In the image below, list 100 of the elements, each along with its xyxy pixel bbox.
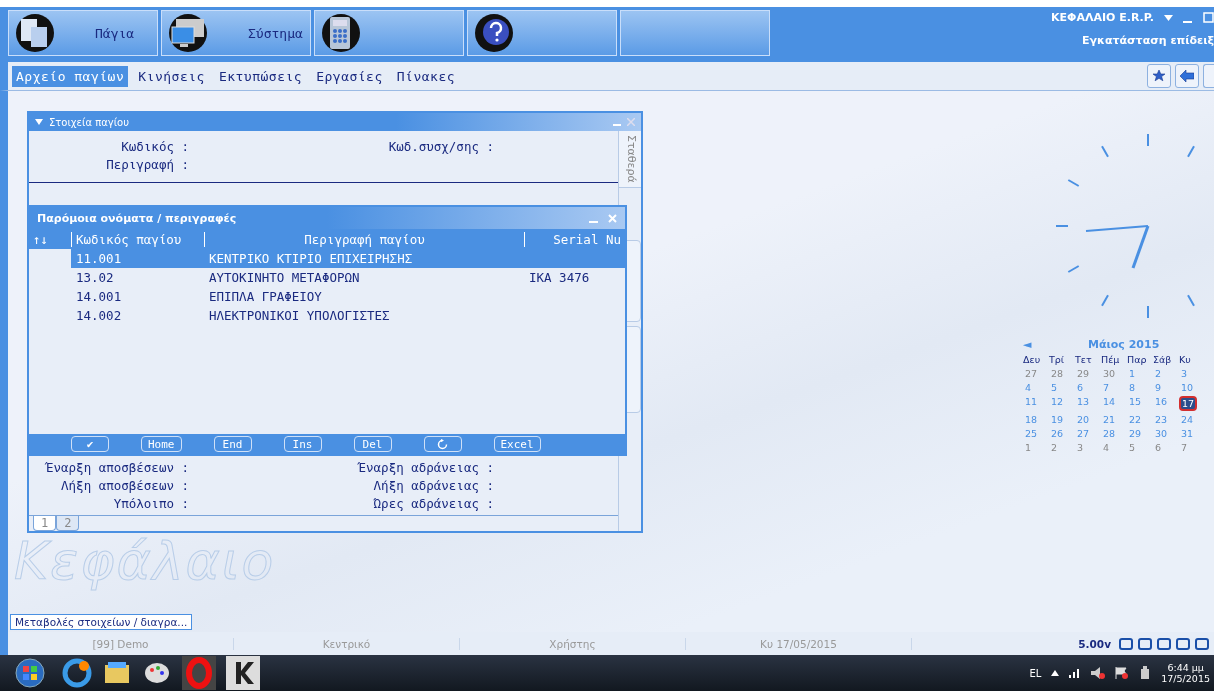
calendar-day[interactable]: 4 xyxy=(1023,382,1049,393)
calendar-day[interactable]: 21 xyxy=(1101,414,1127,425)
table-cell-text: 13.02 xyxy=(75,269,115,287)
module-button[interactable]: Πάγια xyxy=(8,10,158,56)
speaker-icon[interactable] xyxy=(1091,667,1106,679)
table-row[interactable]: 13.02 ΑΥΤΟΚΙΝΗΤΟ ΜΕΤΑΦΟΡΩΝ ΙΚΑ 3476 xyxy=(71,268,625,287)
maximize-icon[interactable] xyxy=(1203,12,1214,23)
calendar-day[interactable]: 23 xyxy=(1153,414,1179,425)
module-button[interactable] xyxy=(314,10,464,56)
calendar-day[interactable]: 7 xyxy=(1101,382,1127,393)
calendar-day[interactable]: 28 xyxy=(1101,428,1127,439)
calculator-icon xyxy=(321,13,361,53)
documents-icon xyxy=(15,13,55,53)
page-tab[interactable]: 1 xyxy=(33,516,57,531)
menu-item[interactable]: Κινήσεις xyxy=(134,65,209,87)
calendar-day[interactable]: 25 xyxy=(1023,428,1049,439)
action-button[interactable]: Excel xyxy=(493,436,541,452)
calendar-day[interactable]: 2 xyxy=(1049,442,1075,453)
action-button[interactable]: Home xyxy=(141,436,182,452)
calendar-day[interactable]: 30 xyxy=(1101,368,1127,379)
refresh-icon xyxy=(437,438,448,450)
calendar-day[interactable]: 9 xyxy=(1153,382,1179,393)
collapse-icon[interactable] xyxy=(35,119,43,125)
calendar-day[interactable]: 16 xyxy=(1153,396,1179,411)
calendar-day[interactable]: 6 xyxy=(1075,382,1101,393)
field-label: Έναρξη αποσβέσεων : xyxy=(44,460,189,475)
action-button[interactable]: End xyxy=(213,436,252,452)
field-label: Υπόλοιπο : xyxy=(112,496,189,511)
calendar-day[interactable]: 14 xyxy=(1101,396,1127,411)
calendar-day[interactable]: 5 xyxy=(1127,442,1153,453)
module-button[interactable] xyxy=(467,10,617,56)
page-tab[interactable]: 2 xyxy=(56,516,80,531)
calendar-day[interactable]: 27 xyxy=(1023,368,1049,379)
refresh-button[interactable] xyxy=(423,436,462,452)
calendar-day[interactable]: 28 xyxy=(1049,368,1075,379)
weekday-label: Τετ xyxy=(1075,354,1093,365)
calendar-day[interactable]: 30 xyxy=(1153,428,1179,439)
confirm-button[interactable]: ✔ xyxy=(71,436,109,452)
flag-icon[interactable] xyxy=(1115,667,1130,679)
app-k-icon[interactable] xyxy=(226,656,260,690)
action-button[interactable]: Del xyxy=(353,436,392,452)
calendar-day[interactable]: 10 xyxy=(1179,382,1205,393)
calendar-day[interactable]: 4 xyxy=(1101,442,1127,453)
calendar-day[interactable]: 29 xyxy=(1075,368,1101,379)
column-header[interactable]: Serial Nu xyxy=(524,231,625,247)
action-button[interactable]: Ins xyxy=(283,436,322,452)
menu-item[interactable]: Εκτυπώσεις xyxy=(214,65,307,87)
calendar-day[interactable]: 3 xyxy=(1075,442,1101,453)
sort-icon[interactable]: ↑↓ xyxy=(29,231,71,247)
table-row[interactable]: 14.002 ΗΛΕΚΤΡΟΝΙΚΟΙ ΥΠΟΛΟΓΙΣΤΕΣ xyxy=(71,306,625,325)
tray-arrow-icon[interactable] xyxy=(1051,670,1060,676)
calendar-day[interactable]: 24 xyxy=(1179,414,1205,425)
menu-item[interactable]: Εργασίες xyxy=(312,65,387,87)
open-window-tab[interactable]: Μεταβολές στοιχείων / διαγρα... xyxy=(10,614,193,630)
calendar-day[interactable]: 22 xyxy=(1127,414,1153,425)
calendar-day[interactable]: 20 xyxy=(1075,414,1101,425)
weekday-label: Σάβ xyxy=(1153,354,1173,365)
back-button[interactable] xyxy=(1175,64,1199,88)
calendar-day[interactable]: 26 xyxy=(1049,428,1075,439)
status-cell: [99] Demo xyxy=(8,637,234,650)
calendar-day[interactable]: 3 xyxy=(1179,368,1205,379)
side-tab[interactable]: Σταθερά xyxy=(619,131,641,188)
table-cell-text: 14.002 xyxy=(75,307,123,325)
status-cell: Κεντρικό xyxy=(234,637,460,650)
previous-month-button[interactable]: ◄ xyxy=(1023,338,1088,351)
calendar-day[interactable]: 29 xyxy=(1127,428,1153,439)
signal-icon[interactable] xyxy=(1069,668,1082,678)
calendar-day[interactable]: 6 xyxy=(1153,442,1179,453)
calendar-day[interactable]: 1 xyxy=(1023,442,1049,453)
table-row[interactable]: 11.001 ΚΕΝΤΡΙΚΟ ΚΤΙΡΙΟ ΕΠΙΧΕΙΡΗΣΗΣ xyxy=(71,249,625,268)
calendar-day[interactable]: 8 xyxy=(1127,382,1153,393)
calendar-day[interactable]: 11 xyxy=(1023,396,1049,411)
column-header[interactable]: Περιγραφή παγίου xyxy=(204,231,524,247)
weekday-label: Δευ xyxy=(1023,354,1042,365)
calendar-day[interactable]: 31 xyxy=(1179,428,1205,439)
column-header[interactable]: Κωδικός παγίου xyxy=(71,231,204,247)
calendar-day[interactable]: 18 xyxy=(1023,414,1049,425)
field-label: Λήξη αδράνειας : xyxy=(372,478,494,493)
table-row[interactable]: 14.001 ΕΠΙΠΛΑ ΓΡΑΦΕΙΟΥ xyxy=(71,287,625,306)
power-icon[interactable] xyxy=(1139,666,1152,680)
calendar-day[interactable]: 2 xyxy=(1153,368,1179,379)
calendar-day[interactable]: 12 xyxy=(1049,396,1075,411)
calendar-day[interactable]: 1 xyxy=(1127,368,1153,379)
table-cell-text: ΗΛΕΚΤΡΟΝΙΚΟΙ ΥΠΟΛΟΓΙΣΤΕΣ xyxy=(208,307,391,325)
calendar-day[interactable]: 5 xyxy=(1049,382,1075,393)
menu-item[interactable]: Αρχείο παγίων xyxy=(12,65,129,87)
calendar-day[interactable]: 27 xyxy=(1075,428,1101,439)
calendar-day[interactable]: 19 xyxy=(1049,414,1075,425)
calendar-day[interactable]: 13 xyxy=(1075,396,1101,411)
language-indicator[interactable]: EL xyxy=(1029,667,1042,679)
module-button[interactable]: Σύστημα xyxy=(161,10,311,56)
tray-time[interactable]: 6:44 μμ xyxy=(1167,662,1204,673)
menu-item[interactable]: Πίνακες xyxy=(392,65,460,87)
favorites-button[interactable] xyxy=(1147,64,1171,88)
calendar-day[interactable]: 15 xyxy=(1127,396,1153,411)
calendar-day[interactable]: 7 xyxy=(1179,442,1205,453)
dropdown-icon[interactable] xyxy=(1164,14,1173,21)
browser-icon[interactable] xyxy=(62,658,92,688)
calendar-day[interactable]: 17 xyxy=(1179,396,1197,411)
tray-date[interactable]: 17/5/2015 xyxy=(1161,673,1210,684)
